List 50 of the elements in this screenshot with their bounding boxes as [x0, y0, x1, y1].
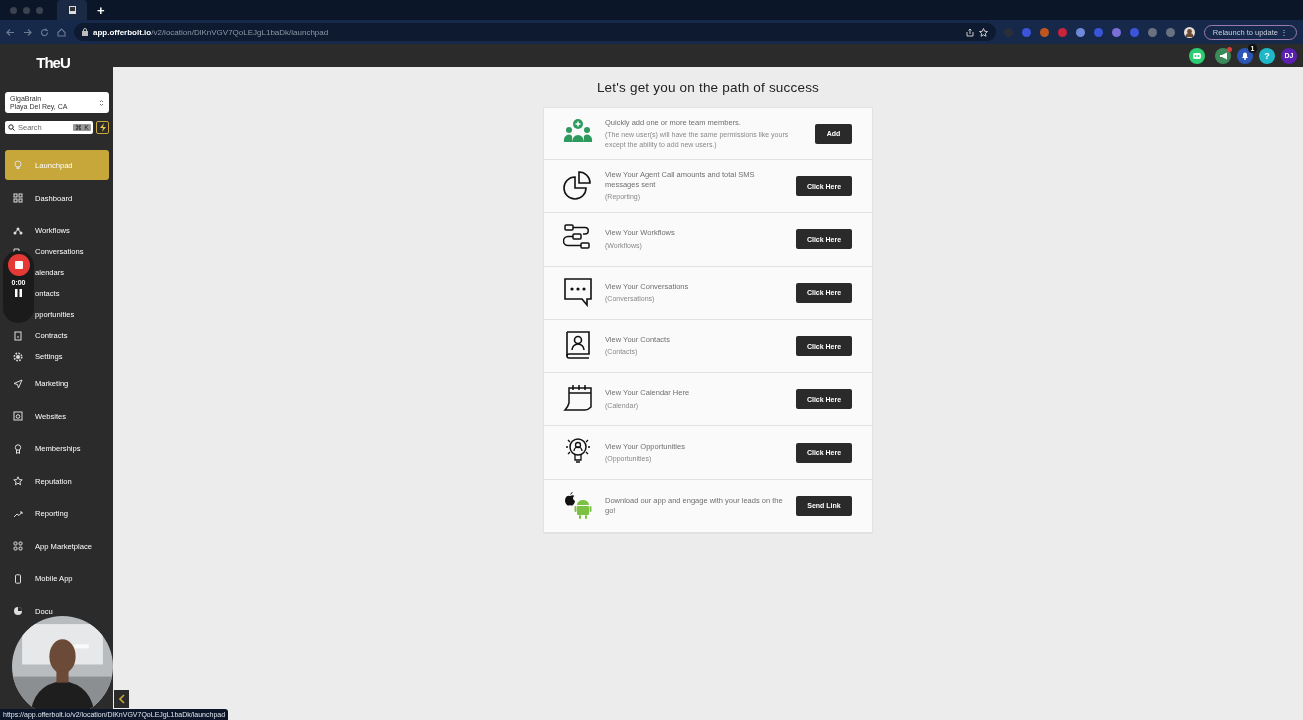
- settings-icon: [13, 351, 23, 362]
- stop-icon: [14, 261, 23, 269]
- window-close-button[interactable]: [10, 6, 17, 14]
- award-icon: [13, 443, 23, 454]
- contract-icon: [13, 330, 23, 341]
- bulb-icon: [13, 160, 23, 170]
- url-text: app.offerbolt.io/v2/location/DlKnVGV7QoLEJgL1baDk/launchpad: [93, 27, 330, 37]
- app-stores-icon: [563, 489, 593, 520]
- workflow-icon: [13, 225, 23, 236]
- browser-tab[interactable]: [57, 0, 87, 20]
- window-minimize-button[interactable]: [23, 6, 30, 14]
- quick-action-button[interactable]: [96, 121, 109, 134]
- page-title: Let's get you on the path of success: [596, 80, 820, 95]
- chevron-left-icon: [118, 694, 125, 704]
- send-icon: [13, 378, 23, 389]
- trend-icon: [13, 508, 23, 519]
- page-icon: [68, 6, 76, 14]
- star-icon[interactable]: [978, 27, 988, 37]
- bell-icon: [1241, 51, 1249, 60]
- stop-recording-button[interactable]: [7, 254, 30, 276]
- apps-icon: [13, 541, 23, 551]
- new-tab-button[interactable]: +: [97, 3, 105, 17]
- calendar-icon: [563, 383, 593, 414]
- back-icon[interactable]: [6, 27, 15, 37]
- reload-icon[interactable]: [40, 27, 49, 37]
- chat-bubble-icon: [563, 276, 593, 307]
- window-zoom-button[interactable]: [36, 6, 43, 14]
- star-icon: [13, 476, 23, 486]
- lock-icon: [82, 28, 88, 36]
- pie-icon: [13, 606, 23, 616]
- announcements-button[interactable]: [1215, 47, 1231, 64]
- grid-icon: [13, 193, 23, 203]
- chevron-updown-icon: [99, 98, 104, 107]
- website-icon: [13, 411, 23, 421]
- contact-book-icon: [563, 329, 593, 360]
- logo[interactable]: TheU: [36, 53, 70, 71]
- robot-icon: [1192, 51, 1202, 60]
- lightning-icon: [99, 123, 106, 132]
- forward-icon[interactable]: [23, 27, 32, 37]
- phone-icon: [13, 573, 23, 584]
- share-icon[interactable]: [965, 27, 974, 37]
- pause-icon[interactable]: [15, 289, 22, 297]
- search-icon: [8, 124, 15, 131]
- avatar-icon[interactable]: [1183, 26, 1195, 38]
- assistant-button[interactable]: [1189, 47, 1205, 64]
- address-bar[interactable]: app.offerbolt.io/v2/location/DlKnVGV7QoLEJgL1baDk/launchpad: [74, 23, 996, 41]
- pie-chart-icon: [563, 170, 593, 200]
- home-icon[interactable]: [57, 27, 66, 37]
- collapse-sidebar-button[interactable]: [114, 690, 129, 708]
- megaphone-icon: [1218, 51, 1228, 60]
